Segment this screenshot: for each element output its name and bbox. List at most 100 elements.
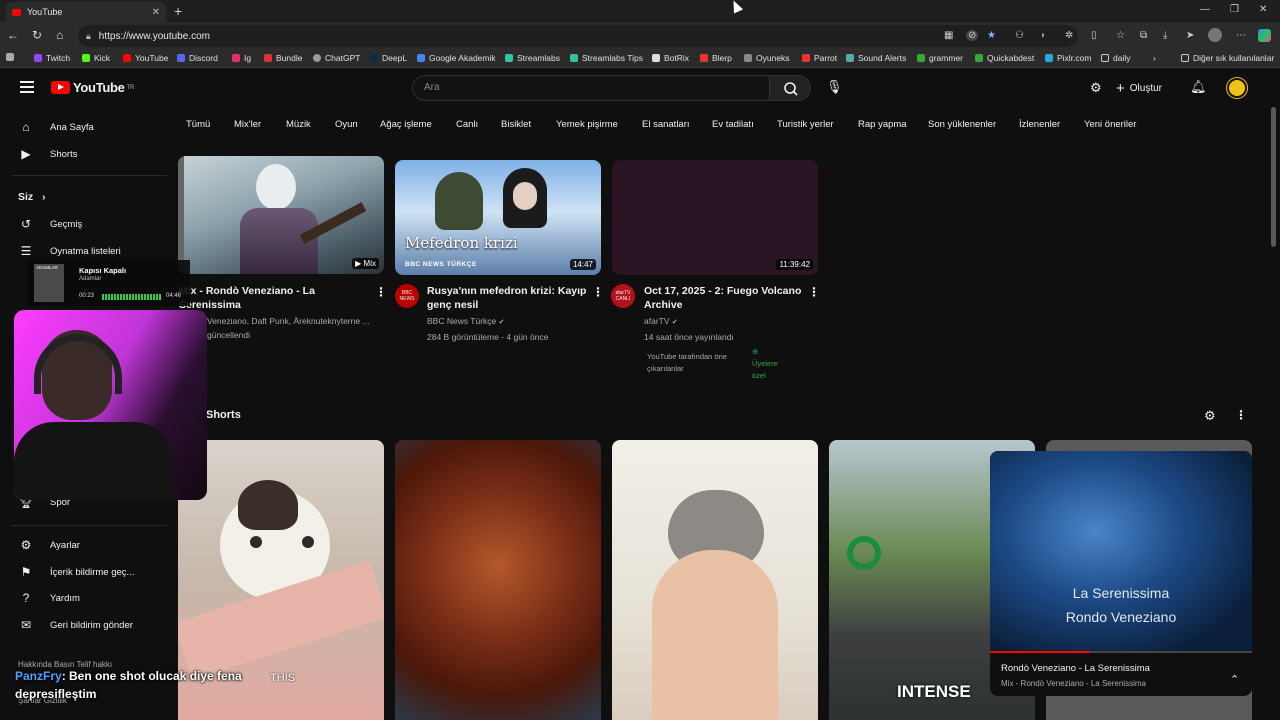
progress-bar[interactable] <box>990 651 1252 653</box>
sidebar-item-feedback[interactable]: ✉ Geri bildirim gönder <box>18 618 133 632</box>
video-thumbnail[interactable]: 11:39:42 <box>612 160 818 275</box>
sidebar-item-shorts[interactable]: ▶ Shorts <box>18 147 77 161</box>
url-text[interactable]: https://www.youtube.com <box>99 31 210 42</box>
bookmark-blerp[interactable]: Blerp <box>700 53 732 63</box>
sidebar-item-history[interactable]: ↺ Geçmiş <box>18 217 82 231</box>
bookmark-daily[interactable]: daily <box>1101 53 1130 63</box>
chip-watched[interactable]: İzlenenler <box>1019 119 1060 130</box>
bookmark-streamlabs-tips[interactable]: Streamlabs Tips <box>570 53 643 63</box>
chip-woodworking[interactable]: Ağaç işleme <box>380 119 432 130</box>
short-card[interactable] <box>395 440 601 720</box>
chip-cycling[interactable]: Bisiklet <box>501 119 531 130</box>
video-thumbnail[interactable]: Mefedron krizi BBC NEWS TÜRKÇE 14:47 <box>395 160 601 275</box>
home-icon[interactable]: ⌂ <box>56 28 63 42</box>
sidebar-item-settings[interactable]: ⚙ Ayarlar <box>18 538 80 552</box>
search-button[interactable] <box>769 75 811 101</box>
extension-game-icon[interactable]: ⚇ <box>1015 30 1024 41</box>
sidebar-item-report[interactable]: ⚑ İçerik bildirme geç... <box>18 565 135 579</box>
read-aloud-icon[interactable]: ▦ <box>944 30 953 41</box>
bookmark-other-favorites[interactable]: Diğer sık kullanılanlar <box>1181 53 1274 63</box>
channel-name[interactable]: afarTV <box>644 316 670 326</box>
bookmark-oyuneks[interactable]: Oyuneks <box>744 53 790 63</box>
profile-avatar[interactable] <box>1208 28 1222 42</box>
channel-name[interactable]: BBC News Türkçe <box>427 316 496 326</box>
chip-all[interactable]: Tümü <box>186 119 210 130</box>
extensions-icon[interactable]: ✲ <box>1065 30 1073 41</box>
bookmark-sound-alerts[interactable]: Sound Alerts <box>846 53 906 63</box>
chip-cooking[interactable]: Yemek pişirme <box>556 119 618 130</box>
bookmark-chatgpt[interactable]: ChatGPT <box>313 53 360 63</box>
chip-crafts[interactable]: El sanatları <box>642 119 690 130</box>
chip-new-to-you[interactable]: Yeni öneriler <box>1084 119 1136 130</box>
new-tab-icon[interactable]: + <box>174 3 182 19</box>
sidebar-item-playlists[interactable]: ☰ Oynatma listeleri <box>18 244 121 258</box>
lock-icon[interactable]: 🔒︎ <box>86 31 91 42</box>
short-card[interactable] <box>612 440 818 720</box>
more-options-icon[interactable]: ⋮ <box>375 285 387 299</box>
close-window-icon[interactable]: ✕ <box>1259 4 1267 15</box>
minimize-icon[interactable]: — <box>1200 4 1210 15</box>
shorts-settings-icon[interactable]: ⚙ <box>1204 408 1216 424</box>
reload-icon[interactable]: ↻ <box>32 28 42 42</box>
video-thumbnail[interactable]: ▶︎ Mix <box>178 156 384 274</box>
account-avatar[interactable] <box>1227 78 1247 98</box>
share-icon[interactable]: ➤ <box>1186 30 1194 41</box>
chip-live[interactable]: Canlı <box>456 119 478 130</box>
bookmark-pixlr[interactable]: Pixlr.com <box>1045 53 1091 63</box>
chip-gaming[interactable]: Oyun <box>335 119 358 130</box>
bookmark-botrix[interactable]: BotRix <box>652 53 689 63</box>
channel-avatar[interactable]: afarTV CANLI <box>611 284 635 308</box>
bookmark-kick[interactable]: Kick <box>82 53 110 63</box>
bookmarks-overflow-icon[interactable]: › <box>1153 53 1156 63</box>
tab-close-icon[interactable]: ✕ <box>152 7 160 18</box>
chevron-up-icon[interactable]: ⌃ <box>1230 673 1239 686</box>
favorite-star-icon[interactable]: ★ <box>987 30 996 41</box>
page-scrollbar[interactable] <box>1271 107 1276 247</box>
more-options-icon[interactable]: ⋮ <box>808 285 820 299</box>
bookmark-twitch[interactable]: Twitch <box>34 53 70 63</box>
video-title[interactable]: Rusya'nın mefedron krizi: Kayıp genç nesi… <box>427 284 592 312</box>
bookmark-deepl[interactable]: DeepL <box>370 53 407 63</box>
bookmark-ig[interactable]: Ig <box>232 53 251 63</box>
extension-settings-icon[interactable]: ⚙ <box>1090 80 1102 96</box>
chip-rapping[interactable]: Rap yapma <box>858 119 907 130</box>
microphone-icon[interactable]: 🎙︎ <box>826 79 843 95</box>
extension-audio-icon[interactable]: ◗ <box>1040 30 1046 41</box>
copilot-icon[interactable] <box>1258 29 1271 42</box>
maximize-icon[interactable]: ❐ <box>1230 4 1239 15</box>
bookmark-bundle[interactable]: Bundle <box>264 53 302 63</box>
downloads-icon[interactable]: ⤓ <box>1163 30 1167 41</box>
chip-tourist-places[interactable]: Turistik yerler <box>777 119 834 130</box>
miniplayer-video[interactable]: La Serenissima Rondo Veneziano <box>990 451 1252 651</box>
bookmark-quickabdest[interactable]: Quickabdest <box>975 53 1034 63</box>
shorts-more-icon[interactable]: ⋮ <box>1235 408 1247 422</box>
favorites-icon[interactable]: ☆ <box>1116 30 1125 41</box>
create-button[interactable]: + Oluştur <box>1116 80 1162 97</box>
chip-mixes[interactable]: Mix'ler <box>234 119 261 130</box>
chip-home-renovation[interactable]: Ev tadilatı <box>712 119 754 130</box>
video-title[interactable]: Oct 17, 2025 - 2: Fuego Volcano Archive <box>644 284 809 312</box>
sidebar-item-home[interactable]: ⌂ Ana Sayfa <box>18 120 93 134</box>
chip-music[interactable]: Müzik <box>286 119 311 130</box>
miniplayer[interactable]: La Serenissima Rondo Veneziano Rondò Ven… <box>990 451 1252 696</box>
collections-icon[interactable]: ⧉ <box>1140 30 1147 41</box>
more-options-icon[interactable]: ⋮ <box>592 285 604 299</box>
browser-tab[interactable]: YouTube ✕ <box>6 2 166 22</box>
back-icon[interactable]: ← <box>7 28 19 42</box>
bookmark-google-akademik[interactable]: Google Akademik <box>417 53 496 63</box>
bookmark-apps-icon[interactable] <box>6 53 18 61</box>
youtube-logo[interactable]: YouTube TR <box>51 80 134 95</box>
bookmark-parrot[interactable]: Parrot <box>802 53 837 63</box>
split-screen-icon[interactable]: ▯ <box>1091 30 1097 41</box>
chip-recently-uploaded[interactable]: Son yüklenenler <box>928 119 996 130</box>
video-title[interactable]: Mix - Rondò Veneziano - La Serenissima <box>179 284 379 312</box>
menu-icon[interactable] <box>20 81 34 96</box>
sidebar-you-header[interactable]: Siz › <box>18 191 45 203</box>
sidebar-item-help[interactable]: ? Yardım <box>18 591 80 605</box>
address-bar[interactable]: 🔒︎ https://www.youtube.com <box>78 25 1078 47</box>
bookmark-grammer[interactable]: grammer <box>917 53 963 63</box>
bookmark-streamlabs[interactable]: Streamlabs <box>505 53 560 63</box>
bookmark-discord[interactable]: Discord <box>177 53 218 63</box>
search-input[interactable]: Ara <box>412 75 770 101</box>
bookmark-youtube[interactable]: YouTube <box>123 53 168 63</box>
